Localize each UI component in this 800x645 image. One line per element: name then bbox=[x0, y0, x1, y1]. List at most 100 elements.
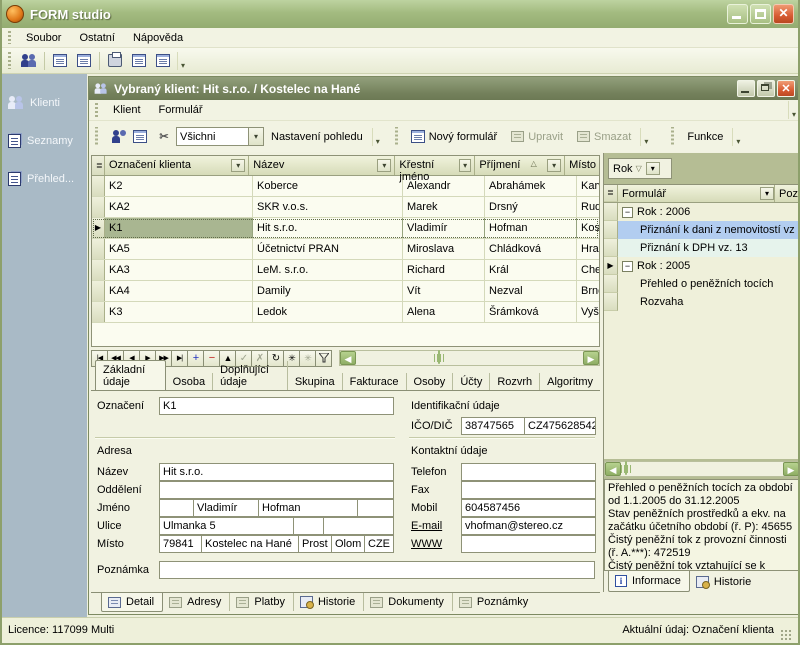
maximize-button[interactable] bbox=[750, 4, 771, 24]
tab-historie-info[interactable]: Historie bbox=[690, 571, 759, 592]
hide-client-button[interactable]: ✂ bbox=[152, 126, 176, 148]
print-button[interactable] bbox=[103, 50, 127, 72]
chevron-down-icon[interactable]: ▾ bbox=[459, 159, 472, 172]
telefon-field[interactable] bbox=[461, 463, 596, 481]
child-close-button[interactable]: ✕ bbox=[777, 80, 795, 97]
tab-doplnujici-udaje[interactable]: Doplňující údaje bbox=[213, 361, 288, 391]
edit-form-button[interactable]: Upravit bbox=[504, 128, 570, 146]
cislo1-field[interactable] bbox=[293, 517, 324, 535]
grid-menu-icon[interactable]: ≣ bbox=[92, 156, 105, 175]
psc-field[interactable]: 79841 bbox=[159, 535, 202, 553]
forms-group-row[interactable]: −Rok : 2006 bbox=[604, 203, 800, 221]
column-header-prijmeni[interactable]: Příjmení△▾ bbox=[475, 156, 565, 175]
mobil-field[interactable]: 604587456 bbox=[461, 499, 596, 517]
tab-platby[interactable]: Platby bbox=[230, 593, 294, 611]
okres-field[interactable]: Prost bbox=[298, 535, 332, 553]
toolbar-grip[interactable] bbox=[7, 52, 12, 70]
client-filter-combobox[interactable]: Všichni ▾ bbox=[176, 127, 264, 146]
tab-fakturace[interactable]: Fakturace bbox=[343, 373, 407, 391]
forms-button[interactable] bbox=[72, 50, 96, 72]
nav-goto-bookmark-button[interactable]: ✳ bbox=[299, 350, 316, 367]
toolbar-chevron[interactable]: ▾ bbox=[640, 128, 651, 146]
titul-field[interactable] bbox=[159, 499, 194, 517]
toolbar-chevron[interactable]: ▾ bbox=[732, 128, 743, 146]
toolbar-options-chevron[interactable]: ▾ bbox=[177, 52, 188, 70]
tab-detail[interactable]: Detail bbox=[101, 593, 163, 612]
email-link-label[interactable]: E-mail bbox=[411, 520, 442, 532]
sidebar-item-klienti[interactable]: Klienti bbox=[2, 88, 87, 118]
forms-horizontal-scrollbar[interactable]: ◀ ▶ bbox=[604, 461, 800, 477]
tab-historie[interactable]: Historie bbox=[294, 593, 364, 611]
child-minimize-button[interactable] bbox=[737, 80, 755, 97]
oddeleni-field[interactable] bbox=[159, 481, 394, 499]
toolbar-chevron[interactable]: ▾ bbox=[372, 128, 383, 146]
menu-chevron[interactable]: ▾ bbox=[788, 101, 799, 119]
tab-osoby[interactable]: Osoby bbox=[407, 373, 454, 391]
forms-item-row-selected[interactable]: Přiznání k dani z nemovitostí vz bbox=[604, 221, 800, 239]
tab-algoritmy[interactable]: Algoritmy bbox=[540, 373, 600, 391]
toolbar-grip[interactable] bbox=[394, 127, 399, 145]
child-restore-button[interactable] bbox=[757, 80, 775, 97]
minimize-button[interactable] bbox=[727, 4, 748, 24]
toolbar-grip[interactable] bbox=[7, 31, 12, 44]
menu-napoveda[interactable]: Nápověda bbox=[124, 30, 192, 46]
stat-field[interactable]: CZE bbox=[364, 535, 394, 553]
email-field[interactable]: vhofman@stereo.cz bbox=[461, 517, 596, 535]
scrollbar-thumb[interactable] bbox=[438, 350, 440, 364]
www-link-label[interactable]: WWW bbox=[411, 538, 442, 550]
new-form-button[interactable]: Nový formulář bbox=[404, 127, 504, 146]
oznaceni-field[interactable]: K1 bbox=[159, 397, 394, 415]
fax-field[interactable] bbox=[461, 481, 596, 499]
nav-insert-button[interactable]: + bbox=[187, 350, 204, 367]
list-button[interactable] bbox=[151, 50, 175, 72]
grid-menu-icon[interactable]: ≣ bbox=[604, 185, 618, 202]
view-settings-button[interactable]: Nastavení pohledu bbox=[264, 128, 370, 146]
person-filter-button[interactable] bbox=[104, 126, 128, 148]
tab-informace[interactable]: iInformace bbox=[608, 571, 690, 592]
ico-field[interactable]: 38747565 bbox=[461, 417, 525, 435]
tab-adresy[interactable]: Adresy bbox=[163, 593, 230, 611]
table-row[interactable]: KA4 Damily Vít Nezval Brno bbox=[92, 281, 599, 302]
column-header-oznaceni[interactable]: Označení klienta▾ bbox=[105, 156, 249, 175]
column-header-nazev[interactable]: Název▾ bbox=[249, 156, 395, 175]
grid-horizontal-scrollbar[interactable]: ◀ ▶ bbox=[339, 350, 600, 366]
table-row[interactable]: KA2 SKR v.o.s. Marek Drsný Rudn bbox=[92, 197, 599, 218]
column-header-poz[interactable]: Poz bbox=[774, 185, 800, 202]
resize-grip[interactable] bbox=[780, 629, 792, 641]
calculator-button[interactable] bbox=[48, 50, 72, 72]
scroll-right-arrow[interactable]: ▶ bbox=[583, 351, 599, 365]
toolbar-grip[interactable] bbox=[94, 127, 99, 145]
table-row[interactable]: KA3 LeM. s.r.o. Richard Král Cheb bbox=[92, 260, 599, 281]
www-field[interactable] bbox=[461, 535, 596, 553]
forms-item-row[interactable]: Přehled o peněžních tocích bbox=[604, 275, 800, 293]
tab-ucty[interactable]: Účty bbox=[453, 373, 490, 391]
column-header-formular[interactable]: Formulář ▾ bbox=[618, 185, 774, 202]
clients-button[interactable] bbox=[17, 50, 41, 72]
collapse-icon[interactable]: − bbox=[622, 261, 633, 272]
chevron-down-icon[interactable]: ▾ bbox=[646, 162, 660, 175]
dic-field[interactable]: CZ475628542 bbox=[524, 417, 596, 435]
toolbar-grip[interactable] bbox=[670, 127, 675, 145]
kraj-field[interactable]: Olom bbox=[331, 535, 365, 553]
tab-skupina[interactable]: Skupina bbox=[288, 373, 343, 391]
menu-ostatni[interactable]: Ostatní bbox=[70, 30, 123, 46]
table-row[interactable]: K3 Ledok Alena Šrámková Vyšk bbox=[92, 302, 599, 323]
delete-form-button[interactable]: Smazat bbox=[570, 128, 638, 146]
table-row[interactable]: K2 Koberce Alexandr Abrahámek Karv bbox=[92, 176, 599, 197]
functions-button[interactable]: Funkce bbox=[680, 128, 730, 146]
nav-filter-button[interactable] bbox=[315, 350, 332, 367]
forms-item-row[interactable]: Přiznání k DPH vz. 13 bbox=[604, 239, 800, 257]
toolbar-grip[interactable] bbox=[94, 103, 99, 117]
forms-group-row[interactable]: ▶ −Rok : 2005 bbox=[604, 257, 800, 275]
menu-klient[interactable]: Klient bbox=[104, 102, 150, 118]
company-filter-button[interactable] bbox=[128, 126, 152, 148]
forms-item-row[interactable]: Rozvaha bbox=[604, 293, 800, 311]
rok-filter-box[interactable]: Rok ▽ ▾ bbox=[608, 158, 672, 179]
table-row[interactable]: KA5 Účetnictví PRAN Miroslava Chládková … bbox=[92, 239, 599, 260]
tab-dokumenty[interactable]: Dokumenty bbox=[364, 593, 453, 611]
menu-soubor[interactable]: Soubor bbox=[17, 30, 70, 46]
column-header-misto[interactable]: Místo bbox=[565, 156, 599, 175]
chevron-down-icon[interactable]: ▾ bbox=[760, 187, 774, 200]
ulice-field[interactable]: Ulmanka 5 bbox=[159, 517, 294, 535]
misto-field[interactable]: Kostelec na Hané bbox=[201, 535, 299, 553]
